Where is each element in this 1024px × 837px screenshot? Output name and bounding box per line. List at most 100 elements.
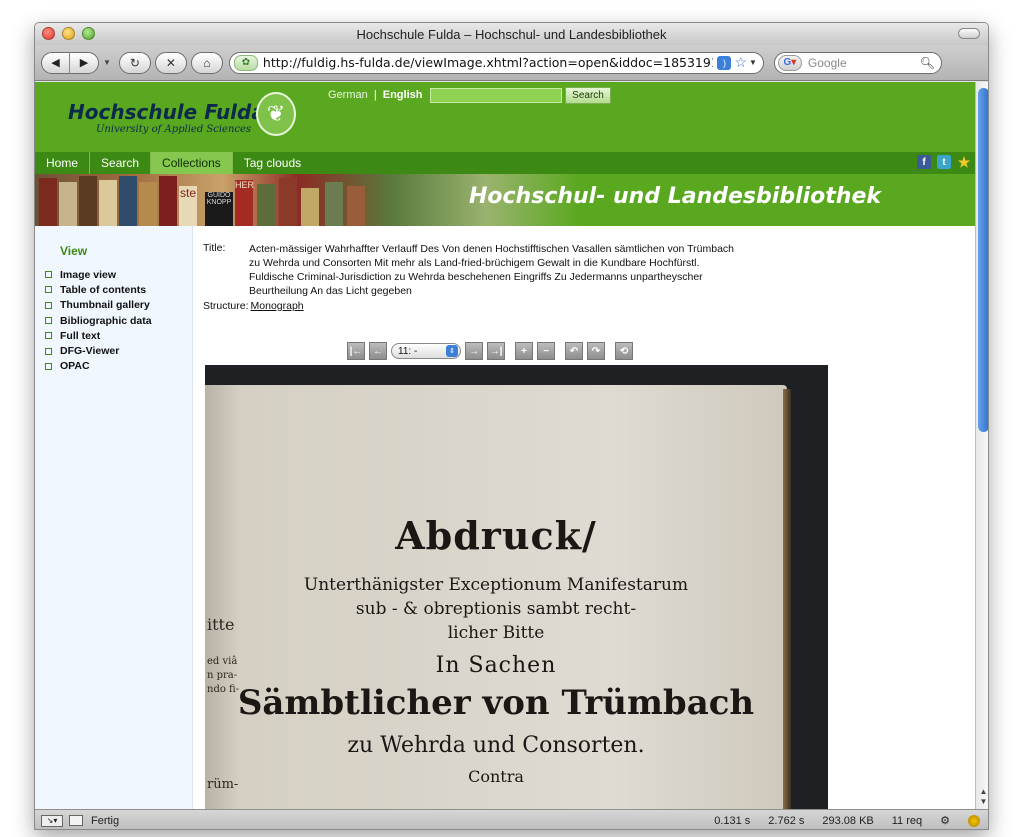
nav-item-home[interactable]: Home (35, 152, 91, 174)
structure-row: Structure: Monograph (203, 300, 743, 312)
stop-button[interactable]: ✕ (154, 51, 187, 74)
home-button[interactable]: ⌂ (190, 51, 223, 74)
site-identity-icon[interactable]: ✿ (233, 54, 258, 71)
sidebar: View Image view Table of contents Thumbn… (35, 226, 193, 809)
facebook-icon[interactable]: f (917, 155, 931, 169)
status-metrics: 0.131 s 2.762 s 293.08 KB 11 req ⚙ (714, 814, 980, 827)
status-bar: ↘▾ Fertig 0.131 s 2.762 s 293.08 KB 11 r… (35, 809, 988, 829)
nav-item-search[interactable]: Search (90, 152, 152, 174)
zoom-in-icon[interactable]: + (515, 342, 533, 360)
bookmark-star-icon[interactable]: ☆ (734, 54, 747, 71)
status-tools-icon[interactable]: ↘▾ (41, 814, 63, 827)
title-bar: Hochschule Fulda – Hochschul- und Landes… (35, 23, 988, 45)
bullet-icon (45, 271, 52, 279)
next-page-icon[interactable]: → (465, 342, 483, 360)
first-page-icon[interactable]: |← (347, 342, 365, 360)
reload-button[interactable]: ↻ (118, 51, 151, 74)
minimize-window-button[interactable] (62, 27, 75, 40)
lang-english-link[interactable]: English (383, 89, 423, 101)
scan-line: Unterthänigster Exceptionum Manifestarum (303, 575, 689, 595)
sidebar-item-table-of-contents[interactable]: Table of contents (45, 282, 152, 297)
favorite-star-icon[interactable]: ★ (957, 154, 971, 170)
back-arrow-icon[interactable]: ◀ (42, 51, 71, 74)
lang-german-link[interactable]: German (328, 89, 368, 101)
nav-item-tag-clouds[interactable]: Tag clouds (233, 152, 312, 174)
status-time-1: 0.131 s (714, 814, 751, 827)
yslow-icon[interactable] (968, 814, 980, 827)
window-controls (42, 27, 95, 40)
status-window-icon[interactable] (69, 815, 83, 826)
structure-label: Structure: (203, 300, 249, 312)
logo-title[interactable]: Hochschule Fulda (68, 100, 265, 124)
book-spine (325, 182, 343, 226)
book-spine: ste (179, 186, 197, 226)
select-arrows-icon[interactable]: ⇕ (446, 345, 458, 357)
scan-margin-text: ed viâ n pra- ndo fi- (207, 656, 240, 695)
browser-toolbar: ◀ ▶ ▼ ↻ ✕ ⌂ ✿ http://fuldig.hs-fulda.de/… (35, 45, 988, 81)
book-spine (99, 180, 117, 226)
page-viewport: Hochschule Fulda University of Applied S… (35, 82, 975, 809)
url-text[interactable]: http://fuldig.hs-fulda.de/viewImage.xhtm… (263, 55, 714, 70)
scan-line: In Sachen (435, 653, 557, 678)
banner: ste GUIDO KNOPP HER Hochschul- und Lande… (35, 174, 975, 226)
twitter-icon[interactable]: t (937, 155, 951, 169)
status-tool-icon[interactable]: ⚙ (940, 814, 950, 827)
bullet-icon (45, 317, 52, 325)
google-engine-icon[interactable]: G ▾ (777, 54, 802, 71)
url-bar[interactable]: ✿ http://fuldig.hs-fulda.de/viewImage.xh… (228, 51, 764, 74)
bullet-icon (45, 347, 52, 355)
banner-title: Hochschul- und Landesbibliothek (468, 184, 881, 209)
scan-line: zu Wehrda und Consorten. (347, 733, 645, 758)
sidebar-heading: View (60, 244, 88, 258)
vertical-scrollbar[interactable]: ▲ ▼ (975, 82, 988, 809)
search-icon[interactable]: 🔍︎ (920, 56, 935, 70)
site-search-button[interactable]: Search (565, 87, 611, 104)
book-spine (347, 186, 365, 226)
rss-feed-icon[interactable]: ) (717, 55, 732, 70)
toolbar-toggle-button[interactable] (958, 28, 980, 39)
scroll-arrows-icon[interactable]: ▲ ▼ (978, 787, 988, 807)
forward-arrow-icon[interactable]: ▶ (70, 52, 98, 74)
close-window-button[interactable] (42, 27, 55, 40)
lang-separator: | (373, 89, 377, 101)
nav-item-collections[interactable]: Collections (151, 152, 233, 174)
scan-margin-text: itte (207, 615, 235, 634)
last-page-icon[interactable]: →| (487, 342, 505, 360)
scan-heading: Abdruck/ (395, 513, 597, 558)
viewer-toolbar: |← ← 11: - ⇕ → →| + − ↶ ↷ ⟲ (347, 342, 633, 360)
main-nav: Home Search Collections Tag clouds f t ★ (35, 152, 975, 174)
language-switch: German | English (328, 89, 422, 101)
sidebar-item-full-text[interactable]: Full text (45, 328, 152, 343)
rotate-left-icon[interactable]: ↶ (565, 342, 583, 360)
zoom-out-icon[interactable]: − (537, 342, 555, 360)
book-spine (59, 182, 77, 226)
history-dropdown-icon[interactable]: ▼ (103, 58, 111, 67)
search-placeholder[interactable]: Google (808, 56, 920, 70)
structure-link[interactable]: Monograph (251, 300, 304, 312)
rotate-right-icon[interactable]: ↷ (587, 342, 605, 360)
status-size: 293.08 KB (822, 814, 874, 827)
sidebar-item-dfg-viewer[interactable]: DFG-Viewer (45, 343, 152, 358)
page-select-value[interactable]: 11: - (398, 346, 417, 357)
search-bar[interactable]: G ▾ Google 🔍︎ (773, 51, 942, 74)
book-spine (119, 176, 137, 226)
scrollbar-thumb[interactable] (978, 88, 988, 432)
url-history-dropdown-icon[interactable]: ▼ (749, 58, 757, 67)
record-metadata: Title: Acten-mässiger Wahrhaffter Verlau… (203, 242, 743, 312)
sidebar-item-thumbnail-gallery[interactable]: Thumbnail gallery (45, 298, 152, 313)
prev-page-icon[interactable]: ← (369, 342, 387, 360)
book-spine: GUIDO KNOPP (205, 192, 233, 226)
sidebar-item-image-view[interactable]: Image view (45, 267, 152, 282)
bullet-icon (45, 301, 52, 309)
sidebar-item-opac[interactable]: OPAC (45, 359, 152, 374)
zoom-window-button[interactable] (82, 27, 95, 40)
book-spine: HER (235, 180, 254, 226)
page-scan-image[interactable]: Abdruck/ Unterthänigster Exceptionum Man… (205, 365, 828, 809)
reset-view-icon[interactable]: ⟲ (615, 342, 633, 360)
leaf-logo-icon[interactable]: ❦ (256, 92, 296, 136)
sidebar-item-bibliographic-data[interactable]: Bibliographic data (45, 313, 152, 328)
site-search-input[interactable] (430, 88, 562, 103)
page-select[interactable]: 11: - ⇕ (391, 343, 461, 359)
status-time-2: 2.762 s (768, 814, 805, 827)
book-spine (301, 188, 319, 226)
